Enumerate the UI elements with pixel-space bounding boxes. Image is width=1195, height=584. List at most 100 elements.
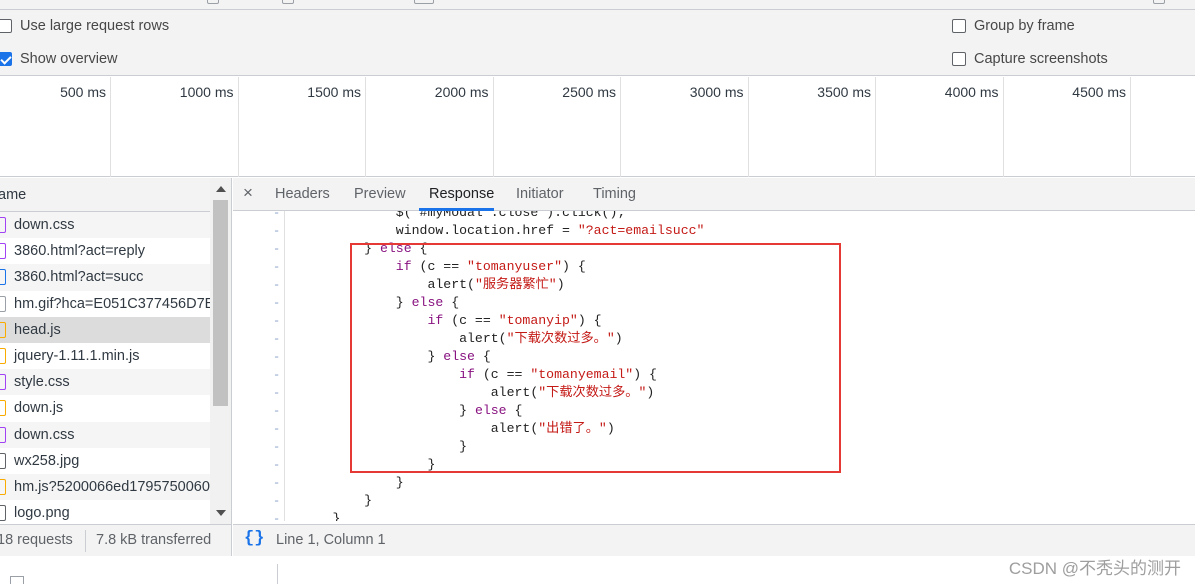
response-code-viewer[interactable]: - - - - - - - - - - - - - - - - - - $('#myModal .close').… <box>233 211 1195 521</box>
gutter-marker: - <box>273 242 281 256</box>
gutter-marker: - <box>273 422 281 436</box>
tab-headers[interactable]: Headers <box>275 186 330 202</box>
timeline-tick-label: 3000 ms <box>689 84 744 100</box>
timeline-tick-label: 1000 ms <box>179 84 234 100</box>
request-row[interactable]: hm.gif?hca=E051C377456D7E <box>0 291 210 317</box>
line-gutter: - - - - - - - - - - - - - - - - - - <box>233 211 285 521</box>
gutter-marker: - <box>273 368 281 382</box>
large-rows-checkbox[interactable] <box>0 19 12 33</box>
scrollbar-thumb[interactable] <box>213 200 228 406</box>
image-file-icon <box>0 295 6 312</box>
show-overview-option[interactable]: Show overview <box>0 51 118 67</box>
timeline-tick-label: 3500 ms <box>817 84 871 100</box>
detail-tab-bar: × Headers Preview Response Initiator Tim… <box>233 178 1195 211</box>
gutter-marker: - <box>273 260 281 274</box>
request-name: down.js <box>14 400 64 417</box>
name-column-header[interactable]: ame <box>0 178 210 212</box>
doc-file-icon <box>0 243 6 260</box>
timeline-tick: 4500 ms <box>1004 77 1131 177</box>
toolbar-fragment-icon <box>1153 0 1165 4</box>
response-status-bar: {} Line 1, Column 1 <box>233 524 1195 556</box>
request-name: jquery-1.11.1.min.js <box>14 348 140 365</box>
request-name: 3860.html?act=reply <box>14 243 145 260</box>
tab-response[interactable]: Response <box>429 186 494 202</box>
request-row[interactable]: wx258.jpg <box>0 448 210 474</box>
gutter-marker: - <box>273 296 281 310</box>
request-name: hm.gif?hca=E051C377456D7E <box>14 295 210 312</box>
gutter-marker: - <box>273 512 281 521</box>
timeline-tick: 2500 ms <box>494 77 621 177</box>
group-by-frame-option[interactable]: Group by frame <box>952 18 1075 34</box>
request-list-scrollbar[interactable] <box>210 178 231 524</box>
request-row[interactable]: down.css <box>0 421 210 448</box>
toolbar-fragment-icon <box>414 0 434 4</box>
timeline-tick: 1500 ms <box>239 77 366 177</box>
group-by-frame-checkbox[interactable] <box>952 19 966 33</box>
request-row[interactable]: style.css <box>0 369 210 396</box>
capture-screenshots-checkbox[interactable] <box>952 52 966 66</box>
image-file-icon <box>0 452 6 469</box>
request-name: wx258.jpg <box>14 452 80 469</box>
gutter-marker: - <box>273 494 281 508</box>
network-settings-panel: Use large request rows Show overview Gro… <box>0 10 1195 76</box>
tab-initiator[interactable]: Initiator <box>516 186 564 202</box>
toolbar-fragment-icon <box>282 0 294 4</box>
red-highlight-box <box>350 243 841 473</box>
gutter-marker: - <box>273 211 281 220</box>
transferred-size: 7.8 kB transferred <box>96 532 212 548</box>
code-line: } <box>285 510 340 521</box>
code-text: } <box>332 511 341 521</box>
css-file-icon <box>0 426 6 443</box>
timeline-tick: 3500 ms <box>749 77 876 177</box>
code-line: window.location.href = "?act=emailsucc" <box>285 222 705 240</box>
top-toolbar-strip <box>0 0 1195 10</box>
large-rows-label: Use large request rows <box>20 18 170 34</box>
network-overview-timeline[interactable]: 500 ms 1000 ms 1500 ms 2000 ms 2500 ms 3000 m… <box>0 77 1195 177</box>
timeline-tick-label: 4000 ms <box>944 84 999 100</box>
capture-screenshots-option[interactable]: Capture screenshots <box>952 51 1108 67</box>
request-row[interactable]: down.js <box>0 395 210 421</box>
timeline-tick: 2000 ms <box>366 77 494 177</box>
show-overview-checkbox[interactable] <box>0 52 12 66</box>
bottom-divider <box>277 564 278 584</box>
request-row[interactable]: 3860.html?act=reply <box>0 238 210 264</box>
toolbar-fragment-icon <box>207 0 219 4</box>
timeline-tick: 4000 ms <box>876 77 1004 177</box>
gutter-marker: - <box>273 404 281 418</box>
js-file-icon <box>0 478 6 495</box>
image-file-icon <box>0 505 6 522</box>
gutter-marker: - <box>273 350 281 364</box>
tab-timing[interactable]: Timing <box>593 186 636 202</box>
code-line: $('#myModal .close').click(); <box>285 211 626 222</box>
tab-preview[interactable]: Preview <box>354 186 406 202</box>
request-row[interactable]: head.js <box>0 316 210 343</box>
js-file-icon <box>0 348 6 365</box>
doc-file-icon <box>0 269 6 286</box>
code-string: "?act=emailsucc" <box>577 223 705 238</box>
request-row[interactable]: 3860.html?act=succ <box>0 264 210 291</box>
gutter-marker: - <box>273 440 281 454</box>
request-name: 3860.html?act=succ <box>14 269 144 286</box>
css-file-icon <box>0 374 6 391</box>
scroll-down-icon[interactable] <box>216 510 226 516</box>
close-icon[interactable]: × <box>243 183 253 203</box>
bottom-fragment-icon <box>10 576 24 584</box>
request-row[interactable]: jquery-1.11.1.min.js <box>0 343 210 369</box>
large-rows-option[interactable]: Use large request rows <box>0 18 169 34</box>
request-name: style.css <box>14 374 70 391</box>
gutter-marker: - <box>273 332 281 346</box>
request-row[interactable]: down.css <box>0 212 210 239</box>
gutter-marker: - <box>273 314 281 328</box>
request-row[interactable]: hm.js?5200066ed1795750060 <box>0 473 210 501</box>
pretty-print-icon[interactable]: {} <box>244 529 264 548</box>
request-row[interactable]: logo.png <box>0 500 210 524</box>
request-name: logo.png <box>14 505 70 522</box>
scroll-up-icon[interactable] <box>216 186 226 192</box>
gutter-marker: - <box>273 476 281 490</box>
request-name: down.css <box>14 217 75 234</box>
capture-screenshots-label: Capture screenshots <box>974 51 1108 67</box>
request-name: hm.js?5200066ed1795750060 <box>14 478 210 495</box>
timeline-tick: 500 ms <box>0 77 111 177</box>
